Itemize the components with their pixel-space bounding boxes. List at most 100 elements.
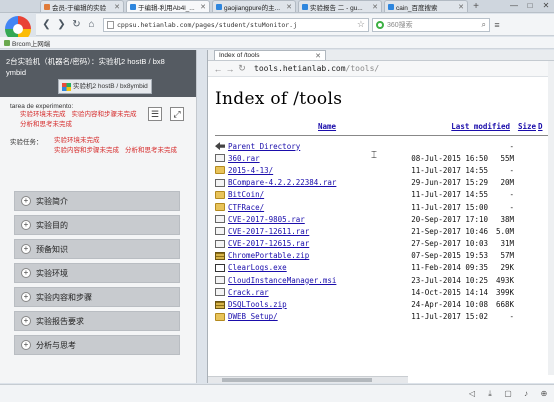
file-date: 07-Sep-2015 19:53 [411,251,488,261]
sound-icon[interactable]: ♪ [520,389,532,398]
file-link[interactable]: CVE-2017-12611.rar [228,227,388,236]
vm-address-bar[interactable]: tools.hetianlab.com/tools/ [254,64,379,73]
zip-icon [215,251,225,260]
reload-button[interactable]: ↻ [69,17,84,32]
task-link-env[interactable]: 实验环境未完成 [54,137,100,144]
folder-icon [215,190,225,199]
listing-row: ClearLogs.exe 11-Feb-2014 09:35 29K [215,262,547,274]
file-link[interactable]: DWEB_Setup/ [228,312,388,321]
browser-tab[interactable]: 实验报告 二 - gu... ✕ [298,0,382,12]
vm-session-tab[interactable]: 实验机2 hostB / bx8ymbid [58,79,152,94]
file-size: 29K [500,263,514,273]
search-icon[interactable]: ⌕ [482,20,486,30]
forward-button[interactable]: ❯ [54,17,69,32]
home-button[interactable]: ⌂ [84,17,99,32]
file-icon [215,154,225,163]
task-link-analysis[interactable]: 分析和思考未完成 [125,147,177,154]
vm-browser-tab[interactable]: Index of /tools ✕ [214,50,326,60]
exp-link-env[interactable]: 实验环境未完成 [20,111,66,118]
browser-tab[interactable]: cain_百度搜索 ✕ [384,0,468,12]
search-placeholder[interactable]: 360搜索 [387,20,482,30]
exp-link-steps[interactable]: 实验内容和步骤未完成 [72,111,137,118]
sort-name-link[interactable]: Name [318,122,438,131]
expand-icon[interactable]: ⤢ [170,107,184,121]
file-link[interactable]: ClearLogs.exe [228,263,388,272]
browser-tab[interactable]: 会员-于编辑的实验 ✕ [40,0,124,12]
file-link[interactable]: ChromePortable.zip [228,251,388,260]
menu-item[interactable]: + 实验简介 [14,191,180,211]
section-menu: + 实验简介 + 实验目的 + 预备知识 + 实验环境 + 实验内容和步骤 + 实验报告要求 + 分析与思… [14,191,180,359]
file-link[interactable]: CVE-2017-12615.rar [228,239,388,248]
file-icon [215,239,225,248]
vm-reload-button[interactable]: ↻ [236,63,248,75]
fullscreen-icon[interactable]: ▢ [502,389,514,398]
plus-icon: + [21,316,31,326]
maximize-button[interactable]: □ [522,0,538,12]
menu-item[interactable]: + 实验目的 [14,215,180,235]
file-link[interactable]: CTFRace/ [228,203,388,212]
new-tab-button[interactable]: + [470,0,482,12]
tab-close-icon[interactable]: ✕ [372,3,378,11]
bookmark-star-icon[interactable]: ☆ [357,19,365,30]
menu-item[interactable]: + 分析与思考 [14,335,180,355]
tab-close-icon[interactable]: ✕ [200,3,206,11]
file-link[interactable]: CloudInstanceManager.msi [228,276,388,285]
sort-modified-link[interactable]: Last modified [438,122,510,131]
address-url[interactable]: cppsu.hetianlab.com/pages/student/stuMon… [117,21,355,29]
scroll-thumb[interactable] [222,378,372,382]
status-bar: ◁ ⤓ ▢ ♪ ⊕ [0,384,554,402]
file-link[interactable]: Crack.rar [228,288,388,297]
minimize-button[interactable]: — [506,0,522,12]
file-link[interactable]: Parent Directory [228,142,388,151]
tab-favicon-icon [302,3,308,10]
windows-icon [62,82,71,91]
menu-item[interactable]: + 实验内容和步骤 [14,287,180,307]
vm-url-host: tools.hetianlab.com [254,64,346,73]
sort-size-link[interactable]: Size [510,122,536,131]
menu-item[interactable]: + 预备知识 [14,239,180,259]
close-icon[interactable]: ✕ [315,52,321,60]
vertical-scrollbar[interactable] [548,61,554,375]
browser-tab[interactable]: gaojiangpure的主... ✕ [212,0,296,12]
sort-desc-link[interactable]: D [538,122,543,131]
bookmark-item[interactable]: Brcom上网端 [4,38,50,48]
file-size: 55M [500,153,514,163]
file-size: 668K [495,300,514,310]
back-button[interactable]: ❮ [39,17,54,32]
remote-vm-window[interactable]: Index of /tools ✕ ← → ↻ tools.hetianlab.… [207,50,554,383]
menu-item[interactable]: + 实验报告要求 [14,311,180,331]
tab-label: cain_百度搜索 [396,4,438,12]
address-bar[interactable]: cppsu.hetianlab.com/pages/student/stuMon… [103,17,369,32]
download-icon[interactable]: ⤓ [484,389,496,399]
page-title: Index of /tools [215,89,343,109]
listing-row: 360.rar 08-Jul-2015 16:50 55M [215,152,547,164]
file-link[interactable]: DSQLTools.zip [228,300,388,309]
file-size: 5.0M [495,226,514,236]
file-link[interactable]: BCompare-4.2.2.22384.rar [228,178,388,187]
horizontal-scrollbar[interactable] [208,376,408,383]
menu-item[interactable]: + 实验环境 [14,263,180,283]
file-link[interactable]: CVE-2017-9805.rar [228,215,388,224]
speaker-icon[interactable]: ◁ [466,389,478,398]
zoom-icon[interactable]: ⊕ [538,389,550,398]
tab-close-icon[interactable]: ✕ [114,3,120,11]
listing-row: DWEB_Setup/11-Jul-2017 15:02 - [215,311,547,323]
vm-forward-button[interactable]: → [224,63,236,75]
file-icon [215,227,225,236]
file-link[interactable]: BitCoin/ [228,190,388,199]
exe-icon [215,263,225,272]
file-date: 11-Jul-2017 15:02 [411,312,488,322]
exp-link-analysis[interactable]: 分析和思考未完成 [20,121,72,128]
folder-icon [215,166,225,175]
task-link-steps[interactable]: 实验内容和步骤未完成 [54,147,119,154]
browser-tab[interactable]: 于编辑-利用Ab4l_... ✕ [126,0,210,12]
tab-close-icon[interactable]: ✕ [458,3,464,11]
file-link[interactable]: 2015-4-13/ [228,166,388,175]
notes-icon[interactable]: ☰ [148,107,162,121]
vm-back-button[interactable]: ← [212,63,224,75]
menu-icon[interactable]: ≡ [490,20,504,30]
tab-close-icon[interactable]: ✕ [286,3,292,11]
close-window-button[interactable]: ✕ [538,0,554,12]
search-box[interactable]: 360搜索 ⌕ [372,17,490,32]
file-link[interactable]: 360.rar [228,154,388,163]
